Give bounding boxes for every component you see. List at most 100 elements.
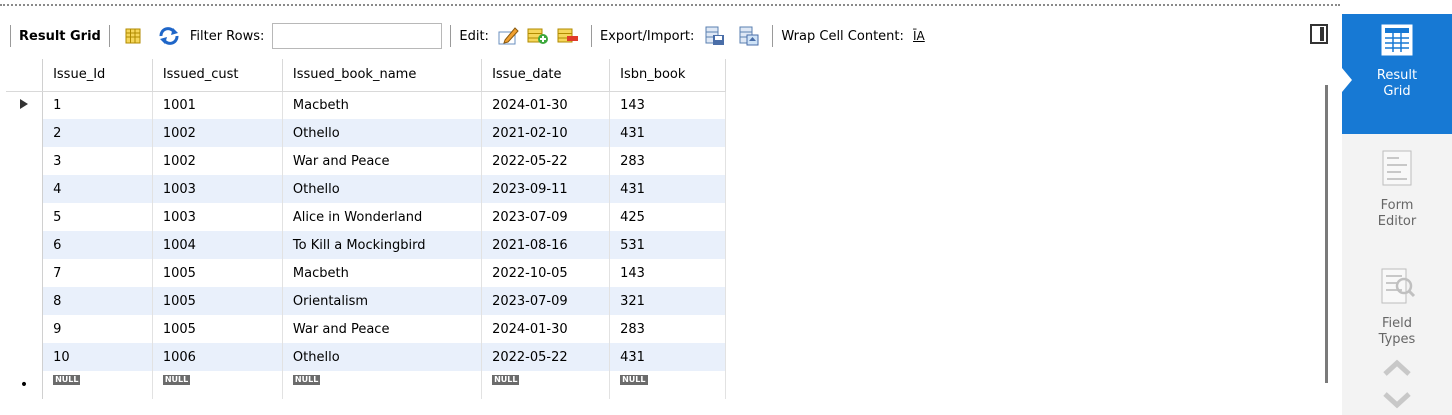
row-header[interactable] [6,231,44,259]
row-header[interactable] [6,147,44,175]
edit-pencil-icon[interactable] [493,23,523,49]
null-cell-isbn-book[interactable]: NULL [609,371,726,399]
filter-rows-label: Filter Rows: [189,28,265,44]
cell-issued-book-name[interactable]: Macbeth [282,91,483,119]
cell-issued-cust[interactable]: 1004 [152,231,283,259]
result-toolbar: Result Grid Filter Rows: Edit: Export/Im… [0,16,1340,56]
cell-issue-id[interactable]: 9 [42,315,153,343]
cell-issued-cust[interactable]: 1003 [152,175,283,203]
cell-isbn-book[interactable]: 431 [609,175,726,203]
cell-issue-date[interactable]: 2023-07-09 [481,203,611,231]
export-icon[interactable] [700,23,730,49]
table-row[interactable]: 4 1003 Othello 2023-09-11 431 [6,175,726,203]
cell-issue-date[interactable]: 2023-07-09 [481,287,611,315]
column-header-issue-date[interactable]: Issue_date [481,59,611,92]
row-header[interactable] [6,287,44,315]
cell-isbn-book[interactable]: 143 [609,91,726,119]
column-header-isbn-book[interactable]: Isbn_book [609,59,726,92]
new-row[interactable]: • NULL NULL NULL NULL NULL [6,371,726,399]
cell-issued-cust[interactable]: 1005 [152,259,283,287]
table-row[interactable]: 3 1002 War and Peace 2022-05-22 283 [6,147,726,175]
cell-isbn-book[interactable]: 431 [609,343,726,371]
cell-issued-book-name[interactable]: War and Peace [282,147,483,175]
cell-isbn-book[interactable]: 425 [609,203,726,231]
cell-issued-book-name[interactable]: War and Peace [282,315,483,343]
cell-issued-cust[interactable]: 1006 [152,343,283,371]
cell-issued-cust[interactable]: 1005 [152,287,283,315]
row-header[interactable] [6,343,44,371]
panel-toggle-icon[interactable] [1310,24,1328,44]
scroll-down-icon[interactable] [1381,390,1413,414]
cell-issue-date[interactable]: 2021-02-10 [481,119,611,147]
column-header-issued-book-name[interactable]: Issued_book_name [282,59,483,92]
cell-issued-cust[interactable]: 1001 [152,91,283,119]
row-header[interactable] [6,175,44,203]
null-badge: NULL [162,375,191,385]
cell-issued-cust[interactable]: 1002 [152,147,283,175]
cell-isbn-book[interactable]: 431 [609,119,726,147]
wrap-text-icon[interactable]: ĪA [904,23,934,49]
sidebar-result-grid-button[interactable]: Result Grid [1342,14,1452,134]
import-icon[interactable] [734,23,764,49]
table-row[interactable]: 10 1006 Othello 2022-05-22 431 [6,343,726,371]
cell-issue-id[interactable]: 7 [42,259,153,287]
cell-issue-id[interactable]: 3 [42,147,153,175]
cell-isbn-book[interactable]: 531 [609,231,726,259]
cell-issued-book-name[interactable]: Alice in Wonderland [282,203,483,231]
table-row[interactable]: 2 1002 Othello 2021-02-10 431 [6,119,726,147]
null-cell-issue-date[interactable]: NULL [481,371,611,399]
cell-issue-id[interactable]: 4 [42,175,153,203]
delete-row-icon[interactable] [553,23,583,49]
table-row[interactable]: 5 1003 Alice in Wonderland 2023-07-09 425 [6,203,726,231]
cell-issue-id[interactable]: 6 [42,231,153,259]
scroll-up-icon[interactable] [1381,358,1413,382]
column-header-issued-cust[interactable]: Issued_cust [152,59,283,92]
table-row[interactable]: 6 1004 To Kill a Mockingbird 2021-08-16 531 [6,231,726,259]
table-row[interactable]: 8 1005 Orientalism 2023-07-09 321 [6,287,726,315]
sidebar-form-editor-button[interactable]: Form Editor [1342,140,1452,260]
null-cell-issue-id[interactable]: NULL [42,371,153,399]
cell-issue-id[interactable]: 2 [42,119,153,147]
table-row[interactable]: 7 1005 Macbeth 2022-10-05 143 [6,259,726,287]
cell-issue-id[interactable]: 5 [42,203,153,231]
cell-issue-id[interactable]: 8 [42,287,153,315]
cell-issue-id[interactable]: 10 [42,343,153,371]
cell-isbn-book[interactable]: 283 [609,315,726,343]
cell-issue-date[interactable]: 2022-05-22 [481,147,611,175]
column-header-issue-id[interactable]: Issue_Id [42,59,153,92]
vertical-scrollbar[interactable] [1325,85,1328,383]
row-header[interactable] [6,259,44,287]
cell-issued-cust[interactable]: 1003 [152,203,283,231]
null-cell-issued-book-name[interactable]: NULL [282,371,483,399]
cell-issue-date[interactable]: 2022-10-05 [481,259,611,287]
row-header[interactable] [6,315,44,343]
null-cell-issued-cust[interactable]: NULL [152,371,283,399]
cell-issued-cust[interactable]: 1005 [152,315,283,343]
cell-issued-book-name[interactable]: Othello [282,343,483,371]
filter-rows-input[interactable] [272,23,443,49]
add-row-icon[interactable] [523,23,553,49]
cell-issue-id[interactable]: 1 [42,91,153,119]
cell-issue-date[interactable]: 2021-08-16 [481,231,611,259]
row-header[interactable] [6,119,44,147]
cell-isbn-book[interactable]: 321 [609,287,726,315]
cell-issued-cust[interactable]: 1002 [152,119,283,147]
cell-issue-date[interactable]: 2022-05-22 [481,343,611,371]
table-row[interactable]: 1 1001 Macbeth 2024-01-30 143 [6,91,726,119]
cell-issued-book-name[interactable]: Othello [282,175,483,203]
cell-issued-book-name[interactable]: To Kill a Mockingbird [282,231,483,259]
cell-isbn-book[interactable]: 283 [609,147,726,175]
refresh-icon[interactable] [154,23,184,49]
grid-columns-icon[interactable] [118,23,148,49]
cell-issued-book-name[interactable]: Orientalism [282,287,483,315]
table-row[interactable]: 9 1005 War and Peace 2024-01-30 283 [6,315,726,343]
row-header[interactable] [6,203,44,231]
row-header[interactable] [6,91,44,119]
cell-issued-book-name[interactable]: Macbeth [282,259,483,287]
cell-isbn-book[interactable]: 143 [609,259,726,287]
new-row-header[interactable]: • [6,371,44,399]
cell-issue-date[interactable]: 2024-01-30 [481,91,611,119]
cell-issue-date[interactable]: 2024-01-30 [481,315,611,343]
cell-issue-date[interactable]: 2023-09-11 [481,175,611,203]
cell-issued-book-name[interactable]: Othello [282,119,483,147]
